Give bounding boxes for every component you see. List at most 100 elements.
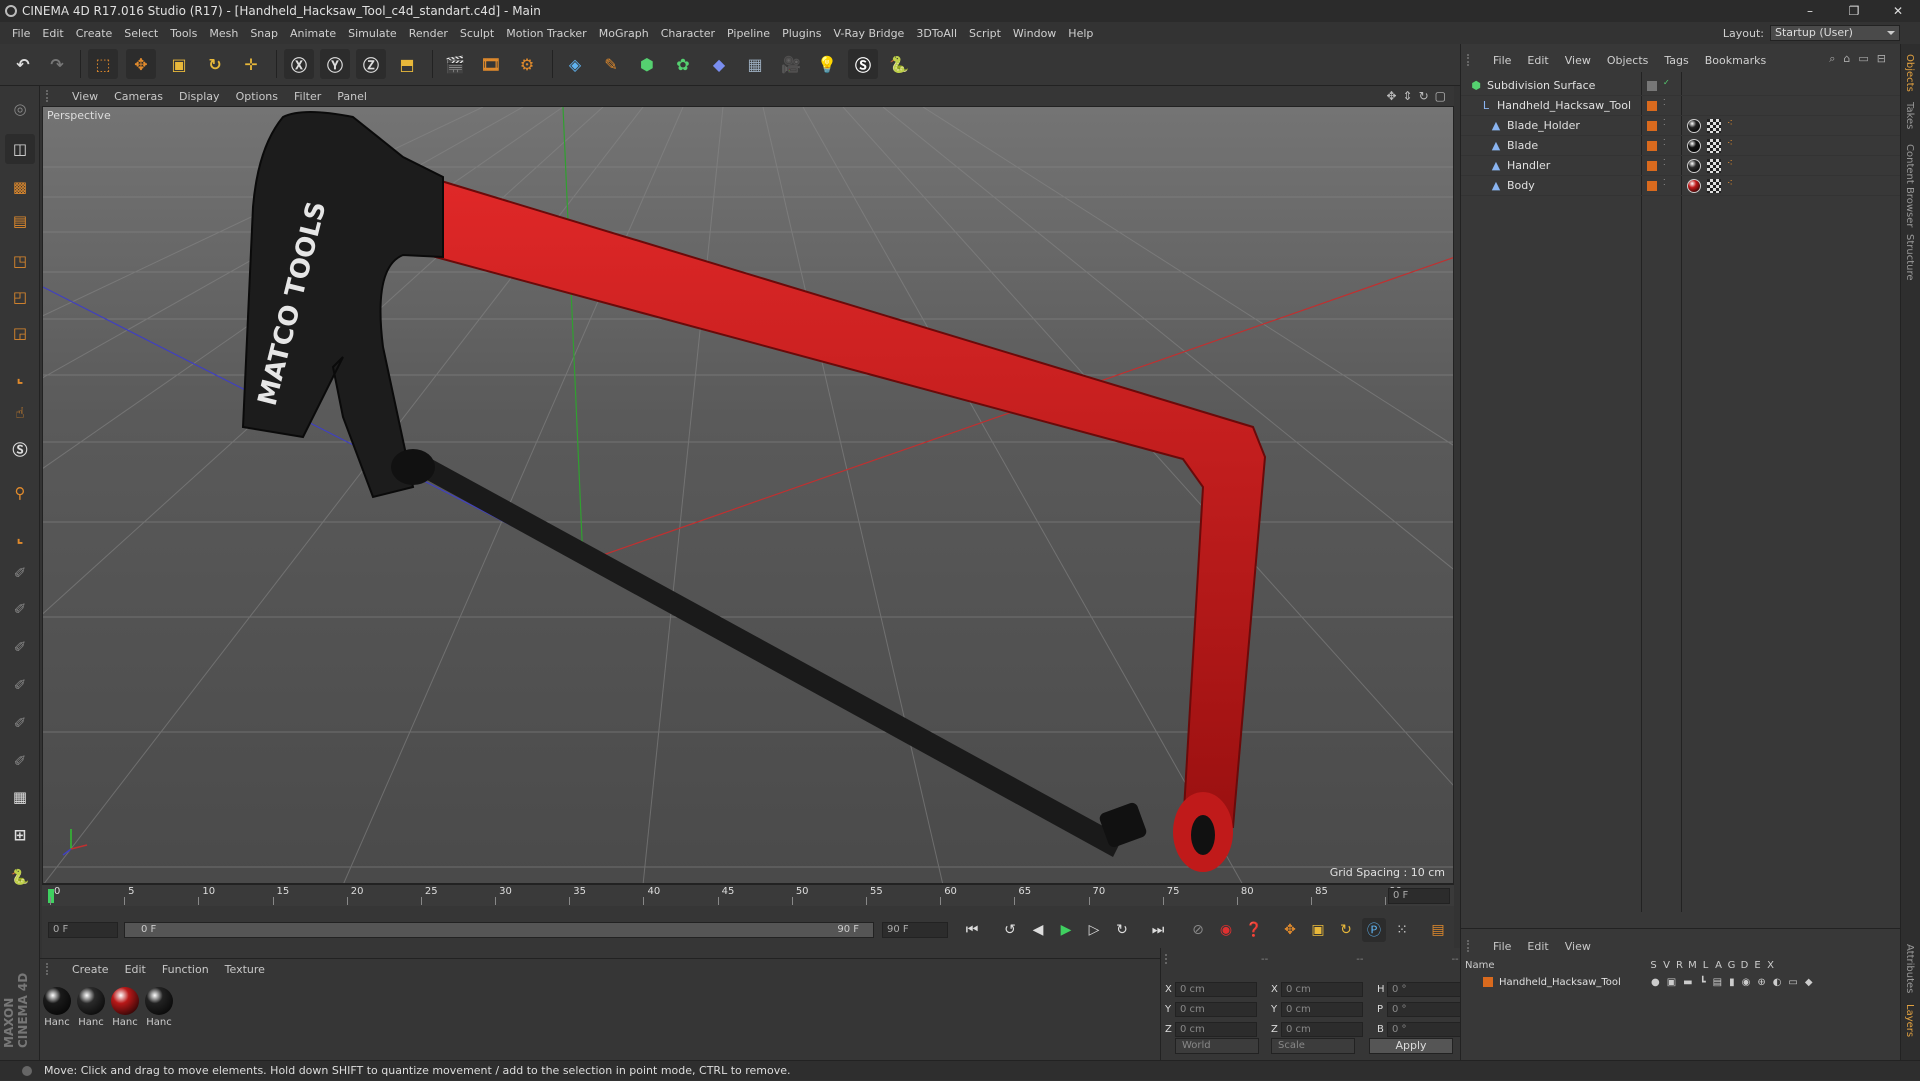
object-menu-edit[interactable]: Edit bbox=[1519, 54, 1556, 67]
start-frame-field[interactable]: 0 F bbox=[48, 922, 118, 938]
tweak-mode-icon[interactable]: ☝ bbox=[5, 398, 35, 428]
menu-3dtoall[interactable]: 3DToAll bbox=[910, 27, 963, 40]
layer-menu-edit[interactable]: Edit bbox=[1519, 940, 1556, 953]
polygons-mode-icon[interactable]: ◲ bbox=[5, 318, 35, 348]
spline-pen-icon[interactable]: ✎ bbox=[596, 49, 626, 79]
size-x-field[interactable]: 0 cm bbox=[1281, 981, 1363, 997]
object-row[interactable]: ▲ Blade_Holder ⁚ ⁖ bbox=[1461, 116, 1900, 136]
menu-edit[interactable]: Edit bbox=[36, 27, 69, 40]
rotation-p-field[interactable]: 0 ° bbox=[1387, 1001, 1469, 1017]
viewport-menu-filter[interactable]: Filter bbox=[286, 90, 329, 103]
pan-icon[interactable]: ✥ bbox=[1386, 89, 1396, 103]
object-row[interactable]: ▲ Handler ⁚ ⁖ bbox=[1461, 156, 1900, 176]
autokey-icon[interactable]: ◉ bbox=[1214, 918, 1238, 942]
play-icon[interactable]: ▶ bbox=[1054, 918, 1078, 942]
keyframe-selection-icon[interactable]: ❓ bbox=[1242, 918, 1266, 942]
record-keys-icon[interactable]: ⊘ bbox=[1186, 918, 1210, 942]
paint-icon-3[interactable]: ✐ bbox=[5, 632, 35, 662]
current-frame-field[interactable]: 0 F bbox=[1388, 888, 1450, 904]
layer-column-header[interactable]: A bbox=[1712, 960, 1725, 971]
uvw-tag-icon[interactable] bbox=[1707, 119, 1721, 133]
viewport-menu-panel[interactable]: Panel bbox=[329, 90, 375, 103]
menu-plugins[interactable]: Plugins bbox=[776, 27, 827, 40]
layer-menu-file[interactable]: File bbox=[1485, 940, 1519, 953]
floor-icon[interactable]: ▦ bbox=[740, 49, 770, 79]
viewport-menu-view[interactable]: View bbox=[64, 90, 106, 103]
material-tag-icon[interactable] bbox=[1687, 119, 1701, 133]
object-menu-bookmarks[interactable]: Bookmarks bbox=[1697, 54, 1774, 67]
go-to-start-icon[interactable]: ⏮ bbox=[960, 918, 984, 942]
visibility-dots-icon[interactable]: ⁚ bbox=[1663, 118, 1666, 127]
close-icon[interactable]: ✕ bbox=[1876, 0, 1920, 22]
position-x-field[interactable]: 0 cm bbox=[1175, 981, 1257, 997]
magnet-icon[interactable]: ⚲ bbox=[5, 478, 35, 508]
next-key-icon[interactable]: ↻ bbox=[1110, 918, 1134, 942]
material-menu-texture[interactable]: Texture bbox=[217, 963, 273, 976]
material-swatch[interactable]: Hanc bbox=[144, 987, 174, 1028]
key-rotation-icon[interactable]: ↻ bbox=[1334, 918, 1358, 942]
layer-column-header[interactable]: Name bbox=[1465, 960, 1647, 971]
end-frame-field[interactable]: 90 F bbox=[882, 922, 948, 938]
layer-column-header[interactable]: S bbox=[1647, 960, 1660, 971]
layer-column-header[interactable]: G bbox=[1725, 960, 1738, 971]
paint-icon-1[interactable]: ✐ bbox=[5, 558, 35, 588]
position-z-field[interactable]: 0 cm bbox=[1175, 1021, 1257, 1037]
panel-options-icon[interactable]: ▭ bbox=[1858, 52, 1868, 66]
coordinate-mode-dropdown[interactable]: World bbox=[1175, 1038, 1259, 1054]
timeline-ruler[interactable]: 051015202530354045505560657075808590 0 F bbox=[42, 884, 1454, 906]
material-swatch[interactable]: Hanc bbox=[76, 987, 106, 1028]
visibility-dots-icon[interactable]: ⁚ bbox=[1663, 98, 1666, 107]
redo-icon[interactable]: ↷ bbox=[42, 49, 72, 79]
next-frame-icon[interactable]: ▷ bbox=[1082, 918, 1106, 942]
cloner-icon[interactable]: ✿ bbox=[668, 49, 698, 79]
go-to-end-icon[interactable]: ⏭ bbox=[1146, 918, 1170, 942]
deformer-icon[interactable]: ◆ bbox=[704, 49, 734, 79]
texture-mode-icon[interactable]: ▩ bbox=[5, 172, 35, 202]
apply-button[interactable]: Apply bbox=[1369, 1038, 1453, 1054]
menu-animate[interactable]: Animate bbox=[284, 27, 342, 40]
visibility-dots-icon[interactable]: ✓ bbox=[1663, 78, 1670, 87]
material-swatch[interactable]: Hanc bbox=[42, 987, 72, 1028]
perspective-viewport[interactable]: MATCO TOOLS Perspective Grid Spacing : 1… bbox=[42, 106, 1454, 884]
phong-tag-icon[interactable]: ⁖ bbox=[1727, 178, 1733, 189]
material-swatch[interactable]: Hanc bbox=[110, 987, 140, 1028]
phong-tag-icon[interactable]: ⁖ bbox=[1727, 138, 1733, 149]
points-mode-icon[interactable]: ◳ bbox=[5, 246, 35, 276]
layer-column-header[interactable]: V bbox=[1660, 960, 1673, 971]
menu-select[interactable]: Select bbox=[118, 27, 164, 40]
layer-column-header[interactable]: X bbox=[1764, 960, 1777, 971]
menu-help[interactable]: Help bbox=[1062, 27, 1099, 40]
menu-sculpt[interactable]: Sculpt bbox=[454, 27, 500, 40]
layer-flags[interactable]: ●▣▬┗▤▮◉⊕◐▭◆ bbox=[1651, 977, 1820, 988]
python-script-icon[interactable]: 🐍 bbox=[5, 862, 35, 892]
transform-tool-icon[interactable]: ✛ bbox=[236, 49, 266, 79]
material-tag-icon[interactable] bbox=[1687, 139, 1701, 153]
key-parameter-icon[interactable]: Ⓟ bbox=[1362, 918, 1386, 942]
menu-motion-tracker[interactable]: Motion Tracker bbox=[500, 27, 592, 40]
render-to-picture-viewer-icon[interactable]: 🎞 bbox=[476, 49, 506, 79]
material-tag-icon[interactable] bbox=[1687, 179, 1701, 193]
key-pla-icon[interactable]: ⁙ bbox=[1390, 918, 1414, 942]
side-tab-objects[interactable]: Objects bbox=[1904, 54, 1915, 92]
layer-menu-view[interactable]: View bbox=[1557, 940, 1599, 953]
make-editable-icon[interactable]: ◎ bbox=[5, 94, 35, 124]
side-tab-layers[interactable]: Layers bbox=[1904, 1004, 1915, 1037]
python-icon[interactable]: 🐍 bbox=[884, 49, 914, 79]
paint-icon-6[interactable]: ✐ bbox=[5, 746, 35, 776]
axis-mode-icon[interactable]: ⌞ bbox=[5, 362, 35, 392]
position-y-field[interactable]: 0 cm bbox=[1175, 1001, 1257, 1017]
snap-icon[interactable]: Ⓢ bbox=[5, 434, 35, 464]
minimize-icon[interactable]: – bbox=[1788, 0, 1832, 22]
z-axis-icon[interactable]: Ⓩ bbox=[356, 49, 386, 79]
maximize-view-icon[interactable]: ▢ bbox=[1435, 89, 1446, 103]
object-row[interactable]: ▲ Body ⁚ ⁖ bbox=[1461, 176, 1900, 196]
key-position-icon[interactable]: ✥ bbox=[1278, 918, 1302, 942]
object-menu-view[interactable]: View bbox=[1557, 54, 1599, 67]
restore-icon[interactable]: ❐ bbox=[1832, 0, 1876, 22]
layer-column-header[interactable]: E bbox=[1751, 960, 1764, 971]
live-selection-icon[interactable]: ⬚ bbox=[88, 49, 118, 79]
object-menu-tags[interactable]: Tags bbox=[1656, 54, 1696, 67]
range-slider[interactable]: 0 F 90 F bbox=[124, 922, 874, 938]
vray-icon[interactable]: Ⓢ bbox=[848, 49, 878, 79]
material-tag-icon[interactable] bbox=[1687, 159, 1701, 173]
